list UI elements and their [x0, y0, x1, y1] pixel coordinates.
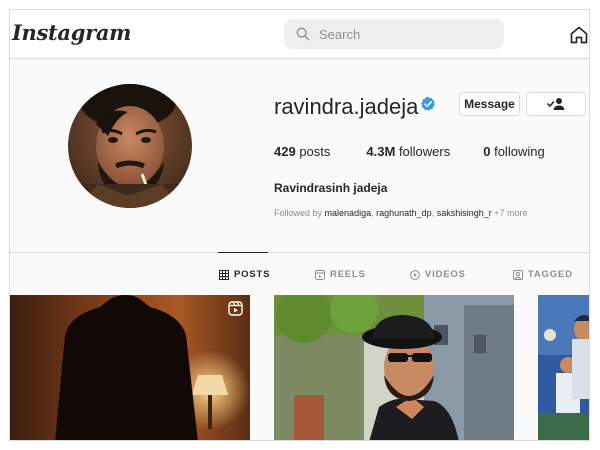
- followed-by-prefix: Followed by: [274, 208, 323, 218]
- search-box[interactable]: [284, 19, 504, 49]
- tab-videos-label: VIDEOS: [425, 269, 466, 280]
- profile-avatar[interactable]: [68, 84, 192, 208]
- post-thumbnail[interactable]: [10, 295, 250, 440]
- play-circle-icon: [410, 269, 420, 280]
- tab-reels[interactable]: REELS: [315, 269, 366, 280]
- followed-by-text[interactable]: Followed by malenadiga, raghunath_dp, sa…: [274, 208, 528, 218]
- tab-posts-label: POSTS: [234, 269, 271, 280]
- message-button[interactable]: Message: [459, 92, 520, 116]
- top-navigation-bar: Instagram: [10, 10, 589, 59]
- tabs-divider: [10, 252, 589, 253]
- tab-posts[interactable]: POSTS: [219, 269, 270, 280]
- followed-by-user[interactable]: malenadiga: [325, 208, 372, 218]
- tab-tagged[interactable]: TAGGED: [513, 269, 573, 280]
- tab-reels-label: REELS: [330, 269, 366, 280]
- reel-indicator-icon: [228, 301, 243, 316]
- instagram-logo[interactable]: Instagram: [12, 20, 131, 45]
- followed-by-user[interactable]: sakshisingh_r: [437, 208, 492, 218]
- grid-icon: [219, 269, 229, 280]
- active-tab-indicator: [218, 252, 268, 253]
- tab-videos[interactable]: VIDEOS: [410, 269, 466, 280]
- profile-username: ravindra.jadeja: [274, 94, 419, 119]
- posts-count-value: 429: [274, 144, 296, 159]
- followers-count-label: followers: [398, 144, 451, 159]
- post-thumbnail[interactable]: [538, 295, 589, 440]
- search-input[interactable]: [319, 26, 489, 42]
- following-options-button[interactable]: [526, 92, 586, 116]
- profile-full-name: Ravindrasinh jadeja: [274, 181, 388, 195]
- followed-by-user[interactable]: raghunath_dp: [376, 208, 432, 218]
- following-count[interactable]: 0 following: [483, 144, 544, 159]
- tab-tagged-label: TAGGED: [528, 269, 573, 280]
- following-count-label: following: [494, 144, 545, 159]
- followers-count[interactable]: 4.3M followers: [366, 144, 450, 159]
- posts-count: 429 posts: [274, 144, 330, 159]
- instagram-window: Instagram Search ravindra.jadeja Message…: [9, 9, 590, 441]
- followers-count-value: 4.3M: [366, 144, 396, 159]
- reels-icon: [315, 269, 325, 280]
- home-icon[interactable]: [569, 25, 589, 45]
- tagged-icon: [513, 269, 523, 280]
- profile-stats: 429 posts 4.3M followers 0 following: [274, 144, 545, 159]
- following-count-value: 0: [483, 144, 491, 159]
- posts-count-label: posts: [299, 144, 331, 159]
- post-thumbnail[interactable]: [274, 295, 514, 440]
- search-icon: [296, 27, 310, 41]
- verified-badge-icon: [421, 96, 435, 111]
- person-check-icon: [547, 98, 565, 110]
- followed-by-more[interactable]: +7 more: [494, 208, 527, 218]
